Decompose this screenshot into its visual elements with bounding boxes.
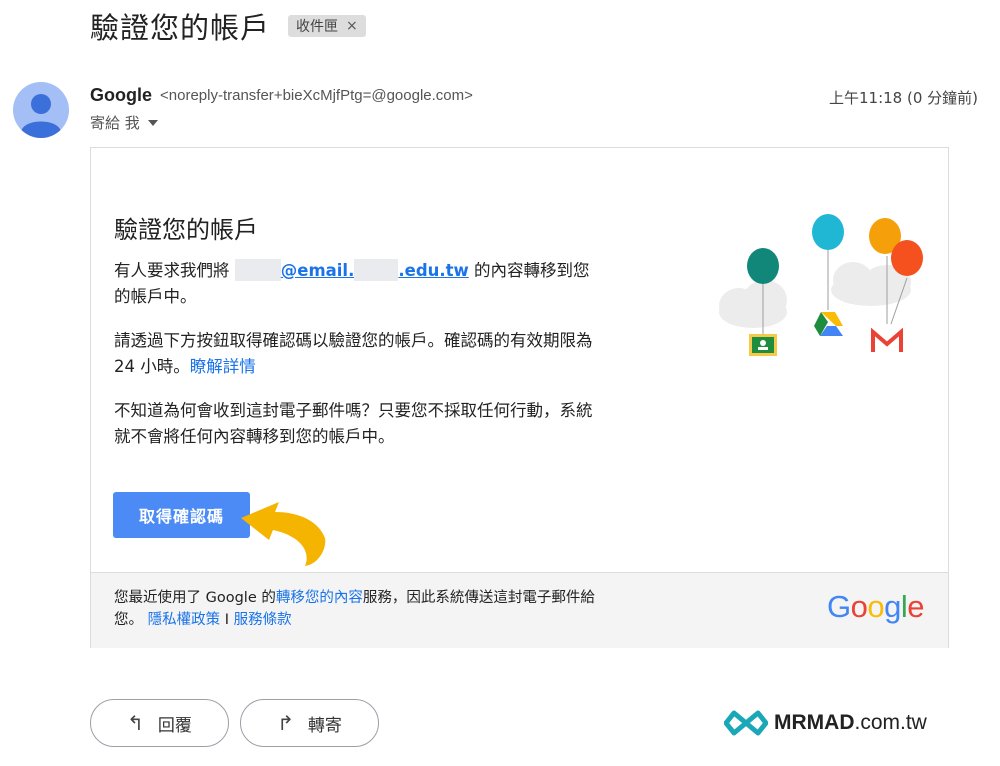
transfer-content-link[interactable]: 轉移您的內容 <box>276 590 363 606</box>
redacted-email-link[interactable]: @email. .edu.tw <box>280 259 469 281</box>
label-text: 收件匣 <box>296 19 339 35</box>
email-body-card: 驗證您的帳戶 有人要求我們將 @email. .edu.tw 的內容轉移到您的帳戶… <box>90 147 949 648</box>
email-footer: 您最近使用了 Google 的轉移您的內容服務，因此系統傳送這封電子郵件給您。 … <box>91 572 948 648</box>
email-heading: 驗證您的帳戶 <box>114 216 258 244</box>
forward-button[interactable]: ↱ 轉寄 <box>240 699 379 747</box>
logo-letter: o <box>850 589 868 624</box>
chevron-down-icon[interactable] <box>147 119 158 126</box>
paragraph-verify: 請透過下方按鈕取得確認碼以驗證您的帳戶。確認碼的有效期限為 24 小時。瞭解詳情 <box>114 328 604 380</box>
email-subject-bar: 驗證您的帳戶 收件匣 × <box>90 6 366 46</box>
pointer-arrow-icon <box>241 502 326 566</box>
recipient-label: 寄給 我 <box>90 114 140 132</box>
google-logo: Google <box>826 589 925 625</box>
redacted-block <box>234 259 281 281</box>
privacy-policy-link[interactable]: 隱私權政策 <box>148 612 221 628</box>
forward-icon: ↱ <box>277 711 294 735</box>
remove-label-icon[interactable]: × <box>346 18 358 34</box>
learn-more-link[interactable]: 瞭解詳情 <box>190 357 256 376</box>
mrmad-watermark: MRMAD.com.tw <box>724 710 927 736</box>
watermark-text: MRMAD.com.tw <box>774 711 927 735</box>
p2-text: 請透過下方按鈕取得確認碼以驗證您的帳戶。確認碼的有效期限為 24 小時。 <box>114 331 593 376</box>
paragraph-transfer-request: 有人要求我們將 @email. .edu.tw 的內容轉移到您的帳戶中。 <box>114 258 604 310</box>
watermark-brand: MRMAD <box>774 711 855 734</box>
logo-letter: g <box>884 589 901 624</box>
terms-of-service-link[interactable]: 服務條款 <box>234 612 292 628</box>
paragraph-ignore: 不知道為何會收到這封電子郵件嗎？只要您不採取任何行動，系統就不會將任何內容轉移到… <box>114 401 593 446</box>
get-code-button[interactable]: 取得確認碼 <box>113 492 250 538</box>
mrmad-logo-icon <box>724 710 768 736</box>
sender-email: <noreply-transfer+bieXcMjfPtg=@google.co… <box>160 87 473 104</box>
recipient-details[interactable]: 寄給 我 <box>90 112 158 133</box>
reply-icon: ↰ <box>127 711 144 735</box>
reply-button[interactable]: ↰ 回覆 <box>90 699 229 747</box>
watermark-domain: .com.tw <box>854 711 927 734</box>
p1-prefix: 有人要求我們將 <box>114 261 230 280</box>
email-content: 驗證您的帳戶 有人要求我們將 @email. .edu.tw 的內容轉移到您的帳戶… <box>91 148 948 572</box>
footer-text: 您最近使用了 Google 的轉移您的內容服務，因此系統傳送這封電子郵件給您。 … <box>114 587 614 631</box>
email-part2: .edu.tw <box>398 261 469 280</box>
sender-name: Google <box>90 85 152 105</box>
redacted-block <box>354 259 399 281</box>
logo-letter: o <box>867 589 885 624</box>
footer-prefix: 您最近使用了 Google 的 <box>114 590 276 606</box>
forward-label: 轉寄 <box>307 715 342 736</box>
avatar[interactable] <box>13 82 69 138</box>
email-part1: @email. <box>280 261 355 280</box>
balloons-illustration <box>719 214 923 356</box>
email-subject: 驗證您的帳戶 <box>90 11 271 45</box>
inbox-label-chip[interactable]: 收件匣 × <box>288 15 366 37</box>
logo-letter: e <box>907 589 924 624</box>
link-separator: I <box>224 612 229 628</box>
logo-letter: G <box>826 589 851 624</box>
email-timestamp: 上午11:18 (0 分鐘前) <box>828 89 978 107</box>
reply-label: 回覆 <box>157 715 192 736</box>
